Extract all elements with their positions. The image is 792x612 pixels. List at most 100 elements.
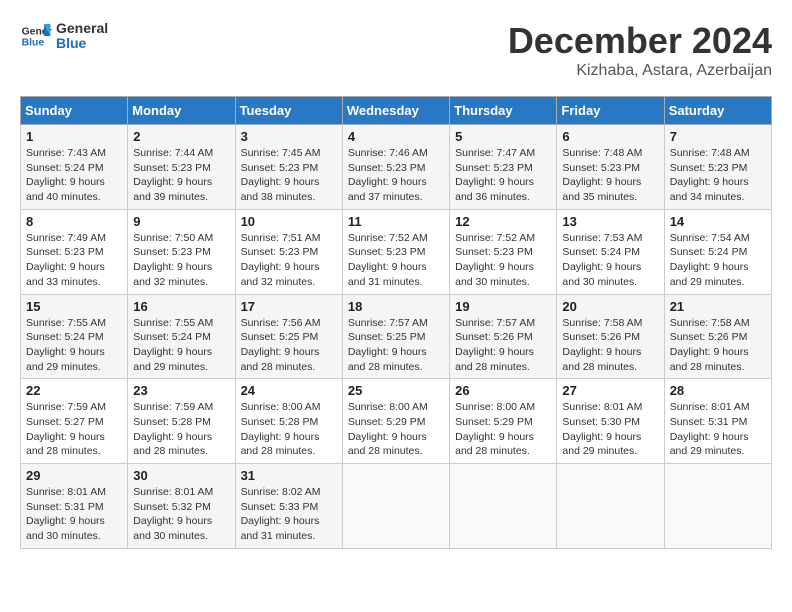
day-number: 16 [133, 299, 229, 314]
calendar-day [342, 464, 449, 549]
sunrise-text: Sunrise: 7:59 AM [133, 401, 213, 413]
sunrise-text: Sunrise: 8:00 AM [455, 401, 535, 413]
calendar-week-3: 15Sunrise: 7:55 AMSunset: 5:24 PMDayligh… [21, 294, 772, 379]
calendar-day: 11Sunrise: 7:52 AMSunset: 5:23 PMDayligh… [342, 209, 449, 294]
day-detail: Sunrise: 7:46 AMSunset: 5:23 PMDaylight:… [348, 146, 444, 205]
daylight-minutes: and 28 minutes. [26, 445, 101, 457]
sunset-text: Sunset: 5:31 PM [670, 416, 748, 428]
daylight-minutes: and 28 minutes. [133, 445, 208, 457]
calendar-day: 24Sunrise: 8:00 AMSunset: 5:28 PMDayligh… [235, 379, 342, 464]
daylight-minutes: and 40 minutes. [26, 191, 101, 203]
sunset-text: Sunset: 5:23 PM [348, 246, 426, 258]
calendar-week-5: 29Sunrise: 8:01 AMSunset: 5:31 PMDayligh… [21, 464, 772, 549]
daylight-text: Daylight: 9 hours [26, 176, 105, 188]
weekday-header-friday: Friday [557, 97, 664, 125]
day-number: 1 [26, 129, 122, 144]
daylight-text: Daylight: 9 hours [26, 346, 105, 358]
daylight-text: Daylight: 9 hours [670, 261, 749, 273]
sunset-text: Sunset: 5:28 PM [241, 416, 319, 428]
day-number: 30 [133, 468, 229, 483]
day-detail: Sunrise: 7:43 AMSunset: 5:24 PMDaylight:… [26, 146, 122, 205]
day-detail: Sunrise: 7:47 AMSunset: 5:23 PMDaylight:… [455, 146, 551, 205]
sunset-text: Sunset: 5:23 PM [562, 162, 640, 174]
calendar-day: 30Sunrise: 8:01 AMSunset: 5:32 PMDayligh… [128, 464, 235, 549]
day-detail: Sunrise: 8:00 AMSunset: 5:29 PMDaylight:… [455, 400, 551, 459]
daylight-minutes: and 29 minutes. [26, 361, 101, 373]
day-detail: Sunrise: 7:58 AMSunset: 5:26 PMDaylight:… [562, 316, 658, 375]
day-number: 12 [455, 214, 551, 229]
sunrise-text: Sunrise: 8:02 AM [241, 486, 321, 498]
sunset-text: Sunset: 5:23 PM [241, 162, 319, 174]
sunset-text: Sunset: 5:23 PM [455, 162, 533, 174]
weekday-header-wednesday: Wednesday [342, 97, 449, 125]
sunset-text: Sunset: 5:23 PM [455, 246, 533, 258]
daylight-text: Daylight: 9 hours [670, 346, 749, 358]
day-detail: Sunrise: 7:54 AMSunset: 5:24 PMDaylight:… [670, 231, 766, 290]
weekday-header-sunday: Sunday [21, 97, 128, 125]
calendar-day: 15Sunrise: 7:55 AMSunset: 5:24 PMDayligh… [21, 294, 128, 379]
sunrise-text: Sunrise: 7:57 AM [348, 317, 428, 329]
calendar-week-4: 22Sunrise: 7:59 AMSunset: 5:27 PMDayligh… [21, 379, 772, 464]
sunrise-text: Sunrise: 8:01 AM [670, 401, 750, 413]
daylight-text: Daylight: 9 hours [26, 431, 105, 443]
day-number: 11 [348, 214, 444, 229]
day-detail: Sunrise: 7:45 AMSunset: 5:23 PMDaylight:… [241, 146, 337, 205]
calendar-day: 6Sunrise: 7:48 AMSunset: 5:23 PMDaylight… [557, 125, 664, 210]
daylight-text: Daylight: 9 hours [562, 176, 641, 188]
sunrise-text: Sunrise: 7:50 AM [133, 232, 213, 244]
day-number: 8 [26, 214, 122, 229]
daylight-minutes: and 30 minutes. [26, 530, 101, 542]
sunset-text: Sunset: 5:23 PM [133, 246, 211, 258]
day-detail: Sunrise: 7:52 AMSunset: 5:23 PMDaylight:… [455, 231, 551, 290]
day-detail: Sunrise: 7:48 AMSunset: 5:23 PMDaylight:… [562, 146, 658, 205]
day-number: 3 [241, 129, 337, 144]
daylight-text: Daylight: 9 hours [241, 431, 320, 443]
daylight-minutes: and 33 minutes. [26, 276, 101, 288]
daylight-minutes: and 30 minutes. [133, 530, 208, 542]
day-detail: Sunrise: 7:57 AMSunset: 5:26 PMDaylight:… [455, 316, 551, 375]
day-number: 19 [455, 299, 551, 314]
sunrise-text: Sunrise: 7:53 AM [562, 232, 642, 244]
sunrise-text: Sunrise: 7:57 AM [455, 317, 535, 329]
sunset-text: Sunset: 5:25 PM [348, 331, 426, 343]
sunset-text: Sunset: 5:29 PM [348, 416, 426, 428]
day-detail: Sunrise: 7:56 AMSunset: 5:25 PMDaylight:… [241, 316, 337, 375]
daylight-text: Daylight: 9 hours [241, 515, 320, 527]
calendar-day: 14Sunrise: 7:54 AMSunset: 5:24 PMDayligh… [664, 209, 771, 294]
day-number: 20 [562, 299, 658, 314]
calendar-day: 4 Sunrise: 7:46 AMSunset: 5:23 PMDaylight… [342, 125, 449, 210]
sunset-text: Sunset: 5:23 PM [241, 246, 319, 258]
daylight-minutes: and 38 minutes. [241, 191, 316, 203]
calendar-day: 1 Sunrise: 7:43 AMSunset: 5:24 PMDaylight… [21, 125, 128, 210]
sunset-text: Sunset: 5:24 PM [562, 246, 640, 258]
daylight-text: Daylight: 9 hours [455, 431, 534, 443]
day-detail: Sunrise: 8:01 AMSunset: 5:31 PMDaylight:… [26, 485, 122, 544]
sunrise-text: Sunrise: 7:52 AM [455, 232, 535, 244]
calendar-day: 7Sunrise: 7:48 AMSunset: 5:23 PMDaylight… [664, 125, 771, 210]
daylight-text: Daylight: 9 hours [241, 176, 320, 188]
day-detail: Sunrise: 7:55 AMSunset: 5:24 PMDaylight:… [26, 316, 122, 375]
sunrise-text: Sunrise: 7:52 AM [348, 232, 428, 244]
day-detail: Sunrise: 7:59 AMSunset: 5:28 PMDaylight:… [133, 400, 229, 459]
calendar-day: 21Sunrise: 7:58 AMSunset: 5:26 PMDayligh… [664, 294, 771, 379]
calendar-day: 9Sunrise: 7:50 AMSunset: 5:23 PMDaylight… [128, 209, 235, 294]
calendar-day: 16Sunrise: 7:55 AMSunset: 5:24 PMDayligh… [128, 294, 235, 379]
day-detail: Sunrise: 7:50 AMSunset: 5:23 PMDaylight:… [133, 231, 229, 290]
sunset-text: Sunset: 5:24 PM [670, 246, 748, 258]
sunrise-text: Sunrise: 8:01 AM [133, 486, 213, 498]
day-number: 4 [348, 129, 444, 144]
calendar-day [664, 464, 771, 549]
day-number: 24 [241, 383, 337, 398]
daylight-text: Daylight: 9 hours [348, 346, 427, 358]
day-detail: Sunrise: 7:58 AMSunset: 5:26 PMDaylight:… [670, 316, 766, 375]
daylight-minutes: and 28 minutes. [562, 361, 637, 373]
sunset-text: Sunset: 5:23 PM [133, 162, 211, 174]
calendar-day: 23Sunrise: 7:59 AMSunset: 5:28 PMDayligh… [128, 379, 235, 464]
daylight-minutes: and 37 minutes. [348, 191, 423, 203]
daylight-text: Daylight: 9 hours [562, 346, 641, 358]
sunrise-text: Sunrise: 7:49 AM [26, 232, 106, 244]
calendar-day: 18Sunrise: 7:57 AMSunset: 5:25 PMDayligh… [342, 294, 449, 379]
day-detail: Sunrise: 8:02 AMSunset: 5:33 PMDaylight:… [241, 485, 337, 544]
sunset-text: Sunset: 5:30 PM [562, 416, 640, 428]
daylight-minutes: and 28 minutes. [455, 445, 530, 457]
